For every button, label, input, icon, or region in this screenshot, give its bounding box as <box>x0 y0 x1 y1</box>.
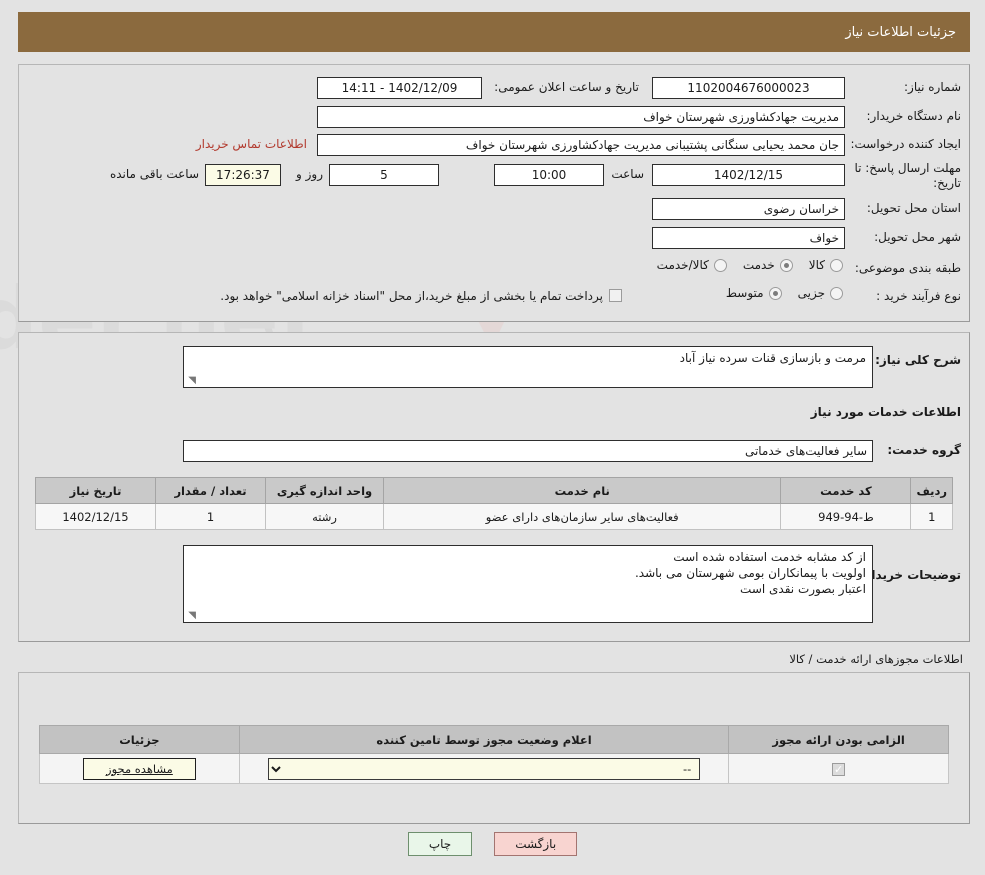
view-permit-button[interactable]: مشاهده مجوز <box>83 757 196 780</box>
category-radio-label-1: خدمت <box>742 258 775 272</box>
general-description-label: شرح کلی نیاز: <box>875 353 961 367</box>
purchase-type-radio-0[interactable] <box>830 286 843 300</box>
services-col-header-5: تاریخ نیاز <box>35 477 156 504</box>
permit-required-cell: ✓ <box>728 753 949 784</box>
services-cell-2: فعالیت‌های سایر سازمان‌های دارای عضو <box>382 503 782 530</box>
deadline-label: مهلت ارسال پاسخ: تا تاریخ: <box>854 161 961 190</box>
services-cell-4: 1 <box>155 503 266 530</box>
province-value: خراسان رضوی <box>652 198 845 220</box>
province-label: استان محل تحویل: <box>866 201 961 215</box>
back-button[interactable]: بازگشت <box>494 832 578 856</box>
treasury-note: پرداخت تمام یا بخشی از مبلغ خرید،از محل … <box>220 289 603 303</box>
services-cell-3: رشته <box>265 503 384 530</box>
page-header-bar: جزئیات اطلاعات نیاز <box>18 12 970 52</box>
requester-value: جان محمد یحیایی سنگانی پشتیبانی مدیریت ج… <box>317 134 845 156</box>
page-root: A AriaTender.net جزئیات اطلاعات نیاز شما… <box>0 0 985 875</box>
purchase-type-label: نوع فرآیند خرید : <box>876 289 961 303</box>
category-radio-label-2: کالا/خدمت <box>656 258 709 272</box>
services-table: ردیف کد خدمت نام خدمت واحد اندازه گیری تعداد… <box>35 477 953 530</box>
buyer-notes-label: توضیحات خریدار: <box>859 568 961 582</box>
purchase-type-radio-label-1: متوسط <box>725 286 764 300</box>
buyer-contact-link[interactable]: اطلاعات تماس خریدار <box>196 137 307 151</box>
category-radio-1[interactable] <box>779 258 793 272</box>
buyer-notes-line: از کد مشابه خدمت استفاده شده است <box>673 550 866 564</box>
services-col-header-3: واحد اندازه گیری <box>265 477 384 504</box>
permit-required-checkbox: ✓ <box>832 762 846 776</box>
print-button[interactable]: چاپ <box>407 832 473 856</box>
buyer-notes-line: اولویت با پیمانکاران بومی شهرستان می باش… <box>634 566 866 580</box>
requester-label: ایجاد کننده درخواست: <box>850 137 961 151</box>
announce-datetime-value: 1402/12/09 - 14:11 <box>317 77 482 99</box>
need-description-panel: شرح کلی نیاز: مرمت و بازسازی قنات سرده ن… <box>18 332 970 642</box>
announce-datetime-label: تاریخ و ساعت اعلان عمومی: <box>494 80 639 94</box>
category-radio-label-0: کالا <box>808 258 825 272</box>
page-title: جزئیات اطلاعات نیاز <box>845 24 956 40</box>
time-remaining-suffix: ساعت باقی مانده <box>109 167 199 181</box>
days-remaining-value: 5 <box>329 164 439 186</box>
category-radio-0[interactable] <box>830 258 843 272</box>
services-col-header-4: تعداد / مقدار <box>155 477 266 504</box>
services-col-header-1: کد خدمت <box>780 477 912 504</box>
services-col-header-0: ردیف <box>910 477 953 504</box>
permits-section-title: اطلاعات مجوزهای ارائه خدمت / کالا <box>789 652 963 666</box>
permits-col-header-0: الزامی بودن ارائه مجوز <box>728 725 949 754</box>
services-heading: اطلاعات خدمات مورد نیاز <box>810 405 961 419</box>
buyer-notes-text: از کد مشابه خدمت استفاده شده است اولویت ب… <box>190 549 866 597</box>
treasury-checkbox[interactable] <box>609 289 622 302</box>
days-remaining-label: روز و <box>296 167 323 181</box>
permits-col-header-1: اعلام وضعیت مجوز توسط تامین کننده <box>238 725 730 754</box>
permits-table: الزامی بودن ارائه مجوز اعلام وضعیت مجوز ت… <box>39 725 949 784</box>
category-radio-group[interactable]: کالا خدمت کالا/خدمت <box>641 258 843 272</box>
buyer-org-label: نام دستگاه خریدار: <box>866 109 962 123</box>
services-col-header-2: نام خدمت <box>382 477 782 504</box>
permits-table-header-row: الزامی بودن ارائه مجوز اعلام وضعیت مجوز ت… <box>39 725 949 754</box>
general-description-value[interactable]: مرمت و بازسازی قنات سرده نیاز آباد ◥ <box>183 346 873 388</box>
permits-panel: الزامی بودن ارائه مجوز اعلام وضعیت مجوز ت… <box>18 672 970 824</box>
category-radio-2[interactable] <box>713 258 727 272</box>
deadline-time-value: 10:00 <box>494 164 604 186</box>
resize-grip-icon[interactable]: ◥ <box>186 611 196 621</box>
permit-status-cell: -- <box>238 753 730 784</box>
service-group-label: گروه خدمت: <box>887 443 961 457</box>
permit-details-cell: مشاهده مجوز <box>39 753 240 784</box>
category-label: طبقه بندی موضوعی: <box>854 261 961 275</box>
permit-status-select[interactable]: -- <box>267 757 701 780</box>
need-number-value: 1102004676000023 <box>652 77 845 99</box>
city-label: شهر محل تحویل: <box>874 230 961 244</box>
purchase-type-radio-1[interactable] <box>768 286 782 300</box>
services-cell-0: 1 <box>910 503 953 530</box>
table-row: 1 ط-94-949 فعالیت‌های سایر سازمان‌های دارا… <box>35 503 953 530</box>
buyer-notes-value[interactable]: از کد مشابه خدمت استفاده شده است اولویت ب… <box>183 545 873 623</box>
footer-actions: بازگشت چاپ <box>0 832 985 856</box>
table-row: ✓ -- مشاهده مجوز <box>39 753 949 784</box>
general-description-text: مرمت و بازسازی قنات سرده نیاز آباد <box>679 351 866 365</box>
services-cell-1: ط-94-949 <box>780 503 912 530</box>
deadline-date-value: 1402/12/15 <box>652 164 845 186</box>
purchase-type-radio-label-0: جزیی <box>797 286 825 300</box>
buyer-notes-line: اعتبار بصورت نقدی است <box>740 582 866 596</box>
buyer-org-value: مدیریت جهادکشاورزی شهرستان خواف <box>317 106 845 128</box>
services-table-header-row: ردیف کد خدمت نام خدمت واحد اندازه گیری تعداد… <box>35 477 953 504</box>
time-remaining-value: 17:26:37 <box>205 164 281 186</box>
need-info-panel: شماره نیاز: 1102004676000023 تاریخ و ساع… <box>18 64 970 322</box>
purchase-type-radio-group[interactable]: جزیی متوسط <box>710 286 843 300</box>
resize-grip-icon[interactable]: ◥ <box>186 376 196 386</box>
city-value: خواف <box>652 227 845 249</box>
services-cell-5: 1402/12/15 <box>35 503 156 530</box>
permits-col-header-2: جزئیات <box>39 725 240 754</box>
service-group-value: سایر فعالیت‌های خدماتی <box>183 440 873 462</box>
need-number-label: شماره نیاز: <box>904 80 961 94</box>
deadline-hour-label: ساعت <box>611 167 644 181</box>
